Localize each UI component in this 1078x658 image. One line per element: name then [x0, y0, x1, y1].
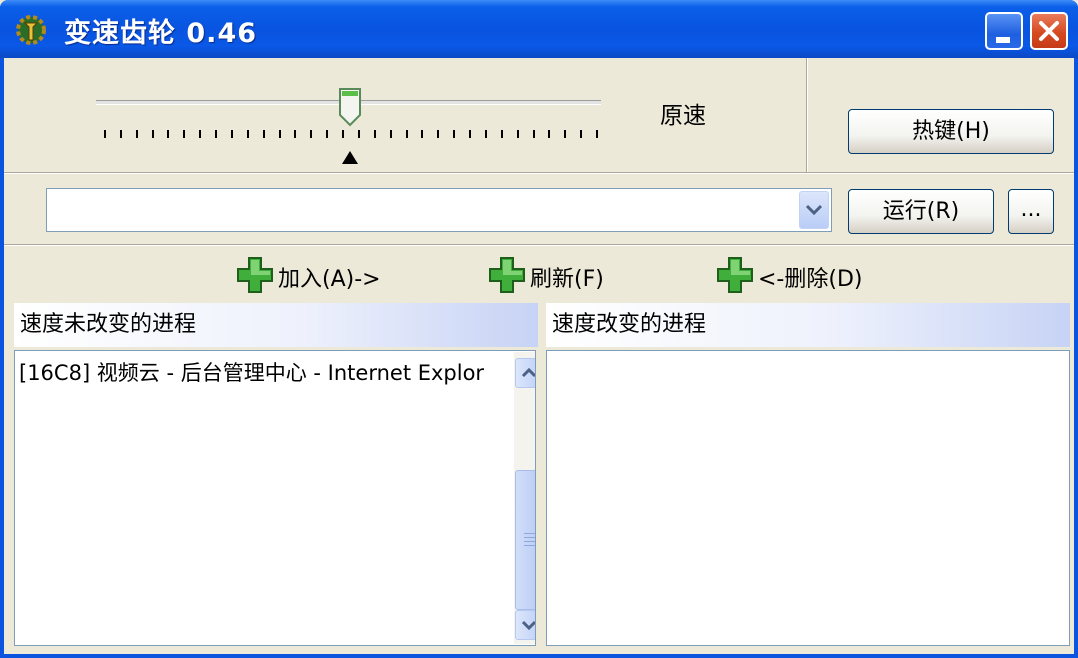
slider-tick [596, 130, 598, 138]
list-item[interactable]: [16C8] 视频云 - 后台管理中心 - Internet Explor [19, 357, 509, 387]
scrollbar-grip [524, 537, 535, 538]
slider-tick [437, 130, 439, 138]
slider-tick [485, 130, 487, 138]
refresh-button[interactable]: 刷新(F) [488, 256, 618, 294]
slider-tick [326, 130, 328, 138]
scroll-down-button[interactable] [515, 610, 535, 640]
slider-tick [120, 130, 122, 138]
slider-tick [199, 130, 201, 138]
remove-label: <-删除(D) [758, 267, 863, 292]
close-button[interactable] [1030, 12, 1068, 50]
slider-tick [183, 130, 185, 138]
run-button[interactable]: 运行(R) [848, 189, 994, 234]
app-window: 变速齿轮 0.46 原速 热键(H) 运行(R) ... 加入(A)-> 刷新(… [0, 0, 1078, 658]
green-plus-icon [489, 257, 525, 293]
green-plus-icon [237, 257, 273, 293]
top-divider-vertical [806, 58, 808, 172]
minimize-button[interactable] [985, 12, 1023, 50]
hotkey-button[interactable]: 热键(H) [848, 109, 1054, 154]
slider-tick [310, 130, 312, 138]
slider-tick [215, 130, 217, 138]
minimize-icon [996, 37, 1010, 43]
slider-tick [517, 130, 519, 138]
slider-tick [342, 130, 344, 138]
remove-button[interactable]: <-删除(D) [716, 256, 876, 294]
slider-tick [231, 130, 233, 138]
slider-tick [279, 130, 281, 138]
slider-tick [469, 130, 471, 138]
speed-label: 原速 [660, 103, 706, 129]
slider-tick [247, 130, 249, 138]
top-divider [4, 172, 1074, 174]
unchanged-process-list[interactable]: [16C8] 视频云 - 后台管理中心 - Internet Explor [14, 350, 536, 646]
middle-divider [4, 244, 1074, 246]
slider-tick [104, 130, 106, 138]
scrollbar-grip [524, 541, 535, 542]
slider-tick [564, 130, 566, 138]
chevron-down-icon [521, 620, 535, 631]
changed-list-header: 速度改变的进程 [546, 303, 1070, 347]
slider-tick [501, 130, 503, 138]
close-icon [1039, 21, 1059, 41]
changed-process-list[interactable] [546, 350, 1070, 646]
speed-slider-thumb[interactable] [338, 87, 362, 127]
window-title: 变速齿轮 0.46 [64, 18, 258, 49]
green-plus-icon [717, 257, 753, 293]
slider-tick [421, 130, 423, 138]
scroll-up-button[interactable] [515, 358, 535, 388]
chevron-up-icon [521, 367, 535, 378]
slider-tick [453, 130, 455, 138]
scrollbar-grip [524, 533, 535, 534]
slider-tick [390, 130, 392, 138]
slider-tick [136, 130, 138, 138]
gear-app-icon [16, 15, 46, 45]
vertical-scrollbar[interactable] [514, 352, 535, 644]
browse-button[interactable]: ... [1008, 189, 1054, 234]
speed-slider-ticks [104, 130, 598, 140]
slider-tick [580, 130, 582, 138]
unchanged-list-header: 速度未改变的进程 [14, 303, 538, 347]
slider-tick [406, 130, 408, 138]
slider-tick [358, 130, 360, 138]
slider-tick [263, 130, 265, 138]
normal-speed-marker [342, 151, 358, 164]
add-label: 加入(A)-> [278, 267, 381, 292]
process-combo[interactable] [46, 188, 832, 232]
combo-dropdown-button[interactable] [799, 191, 829, 229]
slider-tick [294, 130, 296, 138]
chevron-down-icon [805, 204, 823, 216]
add-button[interactable]: 加入(A)-> [236, 256, 396, 294]
slider-tick [533, 130, 535, 138]
refresh-label: 刷新(F) [530, 267, 604, 292]
slider-tick [374, 130, 376, 138]
slider-tick [167, 130, 169, 138]
scrollbar-thumb[interactable] [515, 470, 535, 610]
title-bar[interactable]: 变速齿轮 0.46 [0, 0, 1078, 58]
scrollbar-grip [524, 545, 535, 546]
slider-tick [548, 130, 550, 138]
slider-tick [152, 130, 154, 138]
